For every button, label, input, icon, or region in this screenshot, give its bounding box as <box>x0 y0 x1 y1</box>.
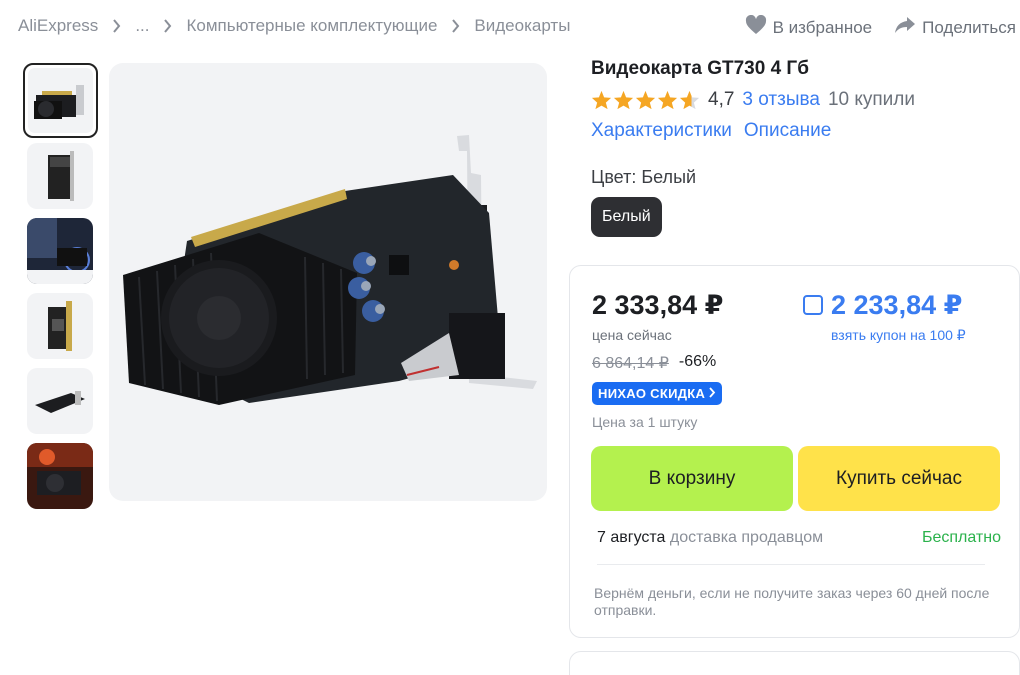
badge-label: НИХАО СКИДКА <box>598 386 706 401</box>
star-icon <box>657 90 678 110</box>
top-actions: В избранное Поделиться <box>745 14 1016 40</box>
thumbnail-5[interactable] <box>27 368 93 434</box>
share-arrow-icon <box>894 15 916 40</box>
breadcrumb: AliExpress ... Компьютерные комплектующи… <box>18 16 570 36</box>
thumbnail-3[interactable] <box>27 218 93 284</box>
add-to-cart-button[interactable]: В корзину <box>591 446 793 511</box>
current-price: 2 333,84 ₽ <box>592 290 724 320</box>
breadcrumb-item-more[interactable]: ... <box>135 16 149 36</box>
tab-description[interactable]: Описание <box>744 120 831 142</box>
old-price-row: 6 864,14 ₽ -66% <box>592 353 716 373</box>
thumbnail-6[interactable] <box>27 443 93 509</box>
next-card <box>569 651 1020 675</box>
price-per-unit: Цена за 1 штуку <box>592 414 698 430</box>
delivery-row: 7 августа доставка продавцом Бесплатно <box>597 529 1001 547</box>
star-icon <box>591 90 612 110</box>
favorite-label: В избранное <box>772 17 873 37</box>
heart-icon <box>745 14 767 40</box>
chevron-right-icon <box>709 386 716 401</box>
thumbnail-2[interactable] <box>27 143 93 209</box>
product-info: Видеокарта GT730 4 Гб 4,7 3 отзыва 10 ку… <box>591 58 1011 237</box>
breadcrumb-item-home[interactable]: AliExpress <box>18 16 98 36</box>
chevron-right-icon <box>112 19 121 33</box>
coupon-link[interactable]: взять купон на 100 ₽ <box>831 327 966 344</box>
graphics-card-thumbnail-image <box>48 301 72 351</box>
divider <box>597 564 985 565</box>
delivery-cost: Бесплатно <box>921 529 1001 546</box>
share-button[interactable]: Поделиться <box>894 15 1016 40</box>
graphics-card-thumbnail-image <box>33 84 84 119</box>
coupon-price: 2 233,84 ₽ <box>831 290 963 320</box>
graphics-card-thumbnail-image <box>35 391 85 413</box>
buy-now-button[interactable]: Купить сейчас <box>798 446 1000 511</box>
rating-stars <box>591 90 700 110</box>
breadcrumb-item-components[interactable]: Компьютерные комплектующие <box>186 16 437 36</box>
price-card: 2 333,84 ₽ цена сейчас 2 233,84 ₽ взять … <box>569 265 1020 638</box>
share-label: Поделиться <box>922 17 1016 37</box>
graphics-card-thumbnail-image <box>27 218 93 284</box>
rating-value: 4,7 <box>708 89 735 110</box>
rating-row: 4,7 3 отзыва 10 купили <box>591 89 1011 111</box>
color-option-white[interactable]: Белый <box>591 197 662 237</box>
star-icon <box>635 90 656 110</box>
bought-count: 10 купили <box>827 89 915 110</box>
thumbnail-1[interactable] <box>23 63 98 138</box>
delivery-method: доставка продавцом <box>669 529 824 546</box>
graphics-card-thumbnail-image <box>27 443 93 509</box>
current-price-label: цена сейчас <box>592 327 672 343</box>
color-label: Цвет: Белый <box>591 167 697 187</box>
breadcrumb-item-videocards[interactable]: Видеокарты <box>474 16 570 36</box>
thumbnail-4[interactable] <box>27 293 93 359</box>
delivery-date: 7 августа <box>597 529 666 546</box>
discount-percent: -66% <box>678 353 717 370</box>
nihao-discount-badge[interactable]: НИХАО СКИДКА <box>592 382 723 405</box>
product-title: Видеокарта GT730 4 Гб <box>591 58 809 79</box>
star-half-icon <box>679 90 700 110</box>
tab-characteristics[interactable]: Характеристики <box>591 120 732 142</box>
money-back-guarantee: Вернём деньги, если не получите заказ че… <box>594 585 990 618</box>
reviews-link[interactable]: 3 отзыва <box>742 89 820 111</box>
old-price: 6 864,14 ₽ <box>592 355 669 372</box>
chevron-right-icon <box>163 19 172 33</box>
product-main-image[interactable] <box>109 63 547 501</box>
coupon-checkbox[interactable] <box>803 295 823 315</box>
chevron-right-icon <box>451 19 460 33</box>
thumbnail-list <box>23 63 98 518</box>
graphics-card-image <box>123 135 537 405</box>
star-icon <box>613 90 634 110</box>
graphics-card-thumbnail-image <box>48 151 74 201</box>
product-tabs: Характеристики Описание <box>591 120 1011 142</box>
favorite-button[interactable]: В избранное <box>745 14 873 40</box>
